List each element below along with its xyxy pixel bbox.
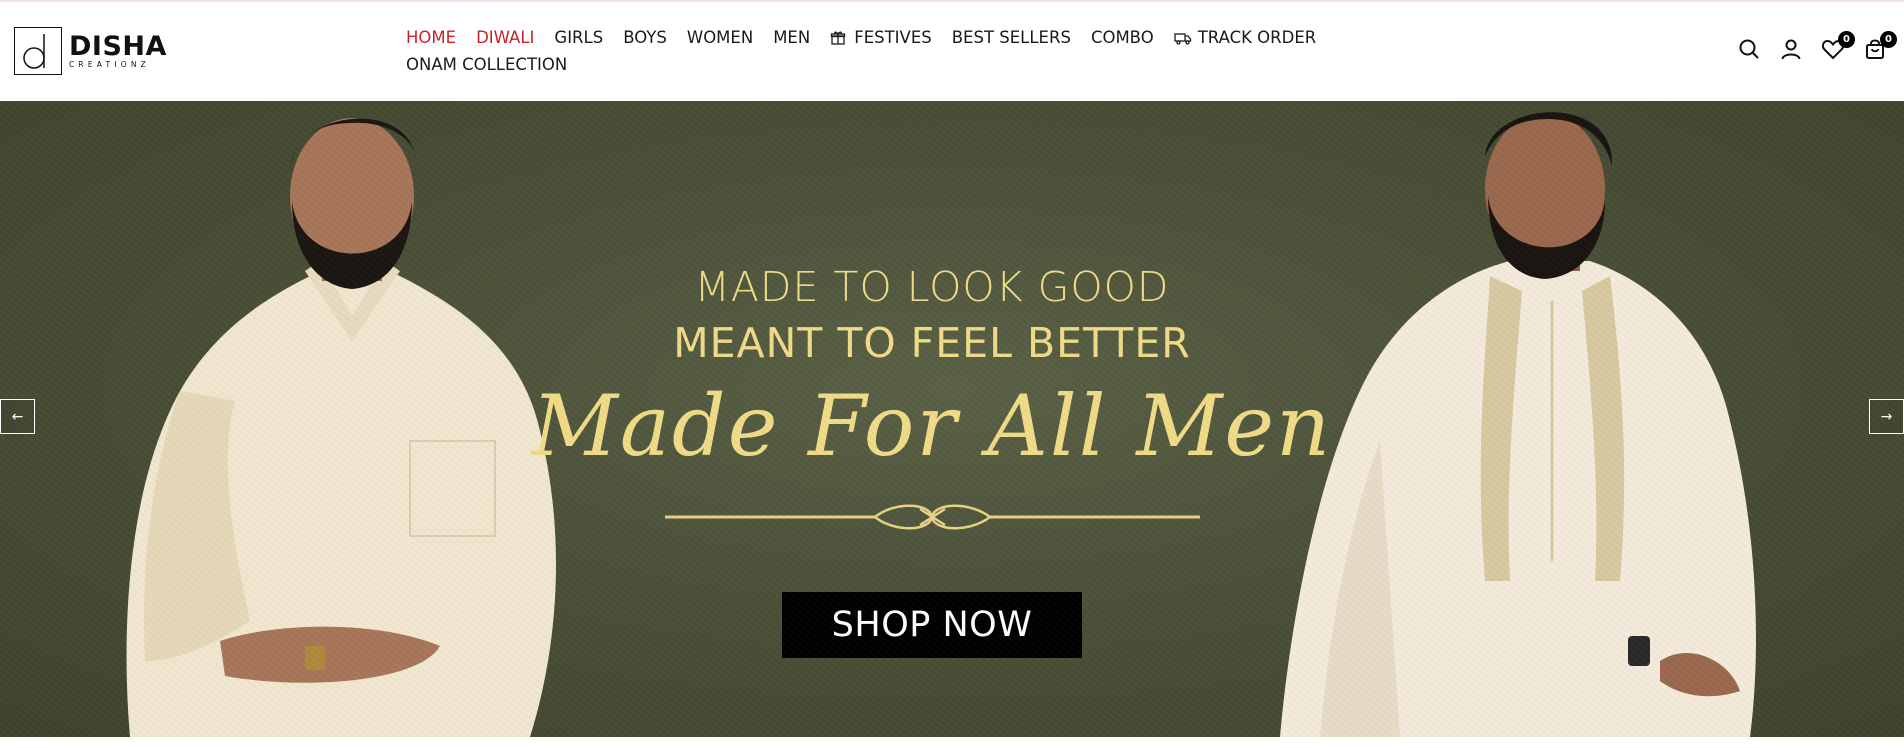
nav-item-diwali[interactable]: DIWALI: [476, 28, 534, 47]
brand-logo[interactable]: DISHA CREATIONZ: [14, 27, 167, 75]
hero-banner: MADE TO LOOK GOOD MEANT TO FEEL BETTER M…: [0, 101, 1904, 737]
nav-item-combo[interactable]: COMBO: [1091, 28, 1154, 47]
hero-script-headline: Made For All Men: [531, 377, 1333, 475]
logo-mark: [14, 27, 62, 75]
brand-name: DISHA: [69, 31, 167, 63]
nav-item-boys[interactable]: BOYS: [623, 28, 667, 47]
search-icon: [1738, 38, 1760, 65]
wishlist-button[interactable]: 0: [1820, 31, 1855, 64]
nav-item-women[interactable]: WOMEN: [687, 28, 753, 47]
user-icon: [1780, 38, 1802, 65]
hero-line-2: MEANT TO FEEL BETTER: [673, 319, 1191, 367]
nav-item-girls[interactable]: GIRLS: [554, 28, 603, 47]
brand-subtitle: CREATIONZ: [69, 60, 150, 70]
truck-icon: [1174, 30, 1192, 46]
nav-item-home[interactable]: HOME: [406, 28, 456, 47]
nav-item-festives[interactable]: FESTIVES: [830, 28, 932, 47]
nav-item-onam-collection[interactable]: ONAM COLLECTION: [406, 55, 567, 74]
carousel-prev-button[interactable]: ←: [0, 399, 35, 434]
main-nav: HOME DIWALI GIRLS BOYS WOMEN MEN FESTIVE…: [406, 28, 1386, 74]
search-button[interactable]: [1736, 38, 1762, 64]
cart-button[interactable]: 0: [1862, 31, 1897, 64]
arrow-left-icon: ←: [11, 408, 24, 425]
gift-icon: [830, 30, 848, 46]
arrow-right-icon: →: [1880, 408, 1893, 425]
site-header: DISHA CREATIONZ HOME DIWALI GIRLS BOYS W…: [0, 0, 1904, 101]
carousel-next-button[interactable]: →: [1869, 399, 1904, 434]
nav-item-best-sellers[interactable]: BEST SELLERS: [952, 28, 1071, 47]
nav-item-men[interactable]: MEN: [773, 28, 810, 47]
nav-item-track-order[interactable]: TRACK ORDER: [1174, 28, 1316, 47]
account-button[interactable]: [1778, 38, 1804, 64]
cart-count-badge: 0: [1880, 31, 1897, 48]
ornamental-divider: [665, 504, 1200, 530]
shop-now-button[interactable]: SHOP NOW: [782, 592, 1082, 658]
wishlist-count-badge: 0: [1838, 31, 1855, 48]
hero-line-1: MADE TO LOOK GOOD: [694, 263, 1170, 311]
header-actions: 0 0: [1736, 31, 1897, 64]
